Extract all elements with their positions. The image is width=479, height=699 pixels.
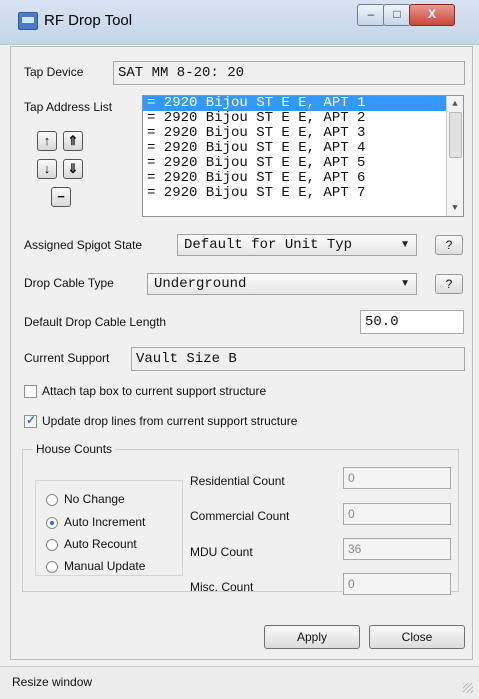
list-item[interactable]: = 2920 Bijou ST E E, APT 4: [143, 141, 463, 156]
maximize-button[interactable]: □: [383, 4, 411, 26]
auto-recount-radio[interactable]: [46, 539, 58, 551]
auto-increment-radio[interactable]: [46, 517, 58, 529]
misc-count-label: Misc. Count: [190, 580, 254, 594]
close-window-button[interactable]: X: [409, 4, 455, 26]
rf-drop-tool-window: RF Drop Tool – □ X Tap Device SAT MM 8-2…: [0, 0, 479, 699]
manual-update-radio[interactable]: [46, 561, 58, 573]
commercial-count-label: Commercial Count: [190, 509, 290, 523]
window-title: RF Drop Tool: [44, 12, 133, 29]
auto-recount-label[interactable]: Auto Recount: [64, 537, 137, 551]
chevron-down-icon: ▼: [400, 239, 410, 250]
spigot-help-button[interactable]: ?: [435, 235, 463, 255]
assigned-spigot-state-value: Default for Unit Typ: [184, 237, 353, 253]
attach-tap-box-label[interactable]: Attach tap box to current support struct…: [42, 384, 266, 398]
status-bar: Resize window: [0, 666, 479, 699]
assigned-spigot-state-label: Assigned Spigot State: [24, 238, 143, 252]
list-item[interactable]: = 2920 Bijou ST E E, APT 6: [143, 171, 463, 186]
scroll-up-icon[interactable]: ▲: [447, 96, 463, 112]
title-bar[interactable]: RF Drop Tool – □ X: [0, 0, 479, 45]
house-count-mode-box: No Change Auto Increment Auto Recount Ma…: [35, 480, 183, 576]
mdu-count-label: MDU Count: [190, 545, 253, 559]
close-button[interactable]: Close: [369, 625, 465, 649]
tap-address-list-label: Tap Address List: [24, 100, 113, 114]
current-support-label: Current Support: [24, 351, 110, 365]
move-up-button[interactable]: ↑: [37, 131, 57, 151]
drop-cable-type-value: Underground: [154, 276, 247, 292]
dialog-content: Tap Device SAT MM 8-20: 20 Tap Address L…: [10, 46, 473, 660]
list-item[interactable]: = 2920 Bijou ST E E, APT 2: [143, 111, 463, 126]
chevron-down-icon: ▼: [400, 278, 410, 289]
residential-count-input[interactable]: 0: [343, 467, 451, 489]
auto-increment-label[interactable]: Auto Increment: [64, 515, 145, 529]
assigned-spigot-state-select[interactable]: Default for Unit Typ ▼: [177, 234, 417, 256]
attach-tap-box-checkbox[interactable]: [24, 385, 37, 398]
no-change-radio[interactable]: [46, 494, 58, 506]
list-item[interactable]: = 2920 Bijou ST E E, APT 5: [143, 156, 463, 171]
misc-count-input[interactable]: 0: [343, 573, 451, 595]
house-counts-group: House Counts No Change Auto Increment Au…: [22, 442, 459, 595]
cable-help-button[interactable]: ?: [435, 274, 463, 294]
list-scrollbar[interactable]: ▲ ▼: [446, 96, 463, 216]
update-drop-lines-checkbox[interactable]: [24, 413, 37, 428]
minimize-button[interactable]: –: [357, 4, 385, 26]
minus-icon: −: [57, 189, 65, 204]
house-counts-title: House Counts: [33, 442, 116, 456]
tap-address-listbox[interactable]: = 2920 Bijou ST E E, APT 1 = 2920 Bijou …: [142, 95, 464, 217]
list-item[interactable]: = 2920 Bijou ST E E, APT 7: [143, 186, 463, 201]
residential-count-label: Residential Count: [190, 474, 285, 488]
manual-update-label[interactable]: Manual Update: [64, 559, 145, 573]
app-icon: [18, 12, 38, 30]
default-drop-cable-length-input[interactable]: 50.0: [360, 310, 464, 334]
arrow-up-icon: ↑: [43, 133, 51, 148]
double-arrow-up-icon: ⇑: [67, 133, 79, 148]
no-change-label[interactable]: No Change: [64, 492, 125, 506]
default-drop-cable-length-label: Default Drop Cable Length: [24, 315, 167, 329]
apply-button[interactable]: Apply: [264, 625, 360, 649]
scroll-thumb[interactable]: [449, 112, 462, 158]
drop-cable-type-label: Drop Cable Type: [24, 276, 114, 290]
mdu-count-input[interactable]: 36: [343, 538, 451, 560]
tap-device-field: SAT MM 8-20: 20: [113, 61, 465, 85]
list-item[interactable]: = 2920 Bijou ST E E, APT 1: [143, 96, 463, 111]
arrow-down-icon: ↓: [43, 161, 51, 176]
move-bottom-button[interactable]: ⇓: [63, 159, 83, 179]
current-support-field: Vault Size B: [131, 347, 465, 371]
scroll-down-icon[interactable]: ▼: [447, 200, 463, 216]
move-top-button[interactable]: ⇑: [63, 131, 83, 151]
resize-grip-icon[interactable]: [463, 683, 473, 693]
commercial-count-input[interactable]: 0: [343, 503, 451, 525]
status-text: Resize window: [12, 675, 93, 689]
move-down-button[interactable]: ↓: [37, 159, 57, 179]
remove-button[interactable]: −: [51, 187, 71, 207]
list-item[interactable]: = 2920 Bijou ST E E, APT 3: [143, 126, 463, 141]
tap-device-label: Tap Device: [24, 65, 84, 79]
update-drop-lines-label[interactable]: Update drop lines from current support s…: [42, 414, 297, 428]
double-arrow-down-icon: ⇓: [67, 161, 79, 176]
drop-cable-type-select[interactable]: Underground ▼: [147, 273, 417, 295]
